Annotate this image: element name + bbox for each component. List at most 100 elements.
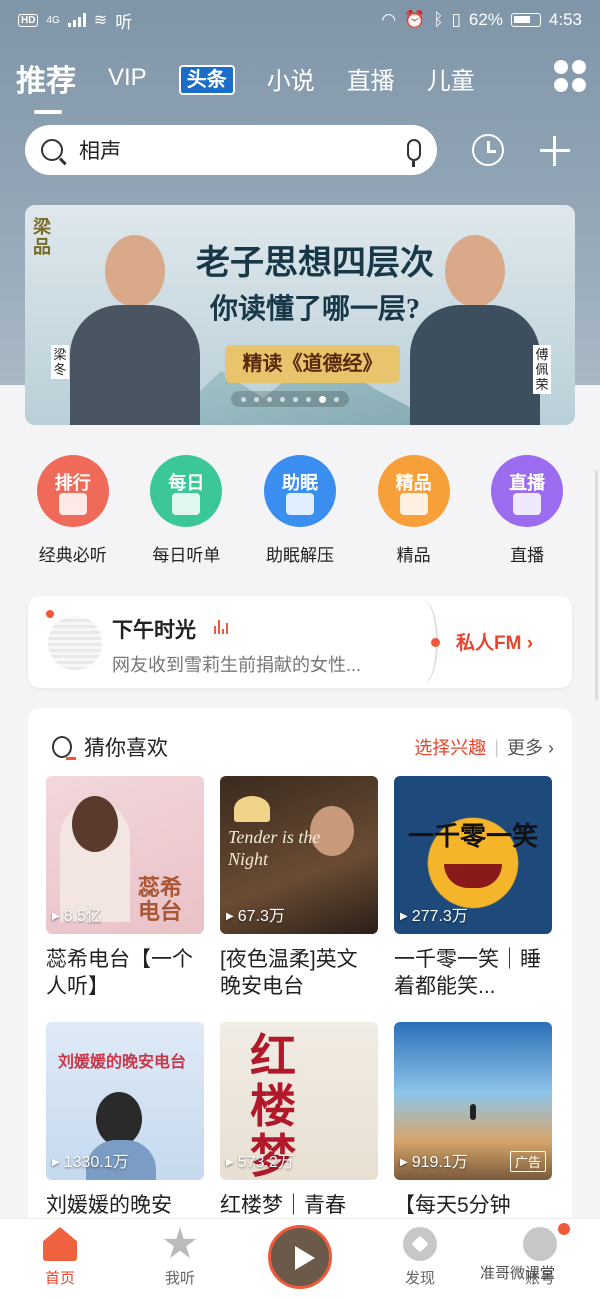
pagination-dot — [319, 395, 326, 403]
search-bar[interactable]: 相声 — [25, 125, 437, 175]
pagination-dot — [293, 396, 298, 402]
guess-actions: 选择兴趣 | 更多 › — [414, 734, 554, 760]
banner-name-right: 傅佩荣 — [533, 345, 551, 394]
signal-icon — [67, 13, 86, 27]
tab-headline[interactable]: 头条 — [178, 63, 235, 95]
category-icon-text: 排行 — [54, 473, 91, 493]
fm-title: 下午时光 — [112, 619, 196, 642]
star-icon — [163, 1227, 197, 1258]
pagination-dot — [306, 396, 311, 402]
album-tile[interactable]: 蕊希电台 8.5亿 蕊希电台【一个人听】 — [46, 776, 204, 1000]
trophy-icon: 排行 — [36, 455, 109, 527]
alarm-icon: ⏰ — [404, 10, 426, 29]
album-tile[interactable]: 一千零一笑 277.3万 一千零一笑｜睡着都能笑... — [394, 776, 552, 1000]
category-glyph — [399, 493, 428, 515]
clock: 4:53 — [548, 10, 582, 29]
album-cover: 广告 919.1万 — [394, 1022, 552, 1180]
album-cover: 一千零一笑 277.3万 — [394, 776, 552, 934]
nav-label: 首页 — [44, 1270, 75, 1287]
search-icon — [41, 139, 63, 161]
pagination-dot — [280, 396, 285, 402]
pagination-dot — [254, 396, 259, 402]
microphone-icon[interactable] — [407, 139, 421, 167]
category-shortcut[interactable]: 每日 每日听单 — [136, 455, 236, 575]
hd-badge: HD — [18, 13, 39, 27]
fm-disc-icon — [48, 616, 102, 670]
nav-my-listen[interactable]: 我听 — [120, 1219, 240, 1298]
tab-live[interactable]: 直播 — [347, 61, 395, 96]
album-cover: Tender is the Night 67.3万 — [220, 776, 378, 934]
moon-icon: 助眠 — [263, 455, 336, 527]
nav-account[interactable]: 账号 — [480, 1219, 600, 1298]
category-glyph — [58, 493, 87, 515]
banner-subtitle: 你读懂了哪一层? — [209, 294, 420, 325]
category-shortcut[interactable]: 直播 直播 — [477, 455, 577, 575]
bluetooth-icon: ᛒ — [433, 10, 444, 29]
guess-you-like-section: 猜你喜欢 选择兴趣 | 更多 › 蕊希电台 8.5亿 蕊希电台【一个人听】 Te… — [28, 708, 572, 1268]
category-grid-icon[interactable] — [554, 60, 586, 92]
category-glyph — [285, 493, 314, 515]
tab-novel[interactable]: 小说 — [267, 61, 315, 96]
watermark: 准哥微课堂 — [480, 1265, 556, 1282]
fm-subtitle: 网友收到雪莉生前捐献的女性... — [112, 655, 362, 675]
category-label: 精品 — [396, 546, 431, 565]
category-shortcut[interactable]: 精品 精品 — [364, 455, 464, 575]
person-icon — [52, 736, 76, 760]
network-type: 4G — [46, 14, 60, 26]
battery-percent: 62% — [468, 10, 503, 29]
headphone-icon: ◠ — [381, 10, 397, 29]
wifi-icon: ≋ — [93, 12, 108, 29]
category-shortcuts: 排行 经典必听 每日 每日听单 助眠 助眠解压 精品 精品 直播 直播 — [0, 455, 600, 575]
category-icon-text: 每日 — [168, 473, 205, 493]
banner-scroll-label: 精读《道德经》 — [225, 345, 400, 383]
calendar-icon: 每日 — [150, 455, 223, 527]
nav-discover[interactable]: 发现 — [360, 1219, 480, 1298]
crown-icon: 精品 — [377, 455, 450, 527]
album-tile[interactable]: 广告 919.1万 【每天5分钟 — [394, 1022, 552, 1219]
play-count: 1330.1万 — [52, 1148, 129, 1172]
status-right: ◠ ⏰ ᛒ ▯ 62% 4:53 — [381, 10, 582, 30]
album-tile[interactable]: 刘媛媛的晚安电台 1330.1万 刘媛媛的晚安 — [46, 1022, 204, 1219]
battery-icon — [510, 13, 541, 27]
add-icon[interactable] — [540, 136, 570, 166]
more-link[interactable]: 更多 › — [507, 734, 554, 760]
private-fm-link[interactable]: 私人FM › — [456, 628, 533, 655]
banner-name-left: 梁冬 — [51, 345, 69, 379]
promo-banner[interactable]: 梁品 梁冬 傅佩荣 老子思想四层次 你读懂了哪一层? 精读《道德经》 — [25, 205, 575, 425]
category-glyph — [172, 493, 201, 515]
tab-recommend[interactable]: 推荐 — [16, 56, 76, 114]
guess-header: 猜你喜欢 — [52, 732, 168, 762]
tab-vip[interactable]: VIP — [108, 64, 147, 92]
nav-label: 我听 — [164, 1270, 195, 1287]
category-shortcut[interactable]: 助眠 助眠解压 — [250, 455, 350, 575]
category-icon-text: 直播 — [509, 473, 546, 493]
album-title: 一千零一笑｜睡着都能笑... — [394, 948, 541, 998]
category-icon-text: 助眠 — [281, 473, 318, 493]
fm-live-dot — [46, 610, 54, 618]
album-tile[interactable]: Tender is the Night 67.3万 [夜色温柔]英文晚安电台 — [220, 776, 378, 1000]
album-cover: 刘媛媛的晚安电台 1330.1万 — [46, 1022, 204, 1180]
scrollbar[interactable] — [595, 470, 598, 700]
album-title: 刘媛媛的晚安 — [46, 1194, 172, 1217]
play-count: 573.2万 — [226, 1148, 294, 1172]
pagination-dot — [241, 396, 246, 402]
vibrate-icon: ▯ — [451, 10, 461, 29]
tab-children[interactable]: 儿童 — [427, 61, 475, 96]
album-title: 红楼梦｜青春 — [220, 1194, 346, 1217]
private-fm-card[interactable]: 下午时光 网友收到雪莉生前捐献的女性... 私人FM › — [28, 596, 572, 688]
album-title: [夜色温柔]英文晚安电台 — [220, 948, 358, 998]
category-shortcut[interactable]: 排行 经典必听 — [23, 455, 123, 575]
category-label: 经典必听 — [38, 546, 107, 565]
compass-icon — [403, 1227, 437, 1261]
section-title: 猜你喜欢 — [84, 737, 168, 760]
top-tabs: 推荐 VIP 头条 小说 直播 儿童 — [0, 48, 600, 114]
choose-interest-link[interactable]: 选择兴趣 — [414, 734, 486, 760]
album-tile[interactable]: 红楼梦 573.2万 红楼梦｜青春 — [220, 1022, 378, 1219]
nav-home[interactable]: 首页 — [0, 1219, 120, 1298]
search-input[interactable]: 相声 — [79, 135, 407, 165]
now-playing-button[interactable] — [268, 1225, 332, 1289]
fm-needle-icon — [431, 638, 440, 647]
ad-badge: 广告 — [509, 1151, 546, 1172]
history-clock-icon[interactable] — [472, 134, 504, 166]
app-indicator: 听 — [115, 12, 133, 32]
